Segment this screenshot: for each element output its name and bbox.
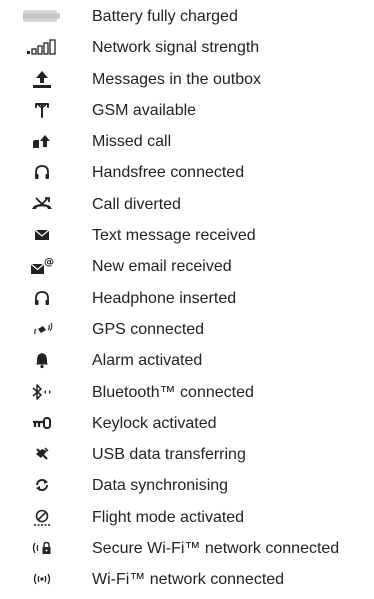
sync-icon (22, 471, 62, 499)
legend-label: GSM available (92, 101, 197, 119)
legend-label: Battery fully charged (92, 8, 238, 25)
missed-call-icon (22, 127, 62, 155)
secure-wifi-icon (22, 534, 62, 562)
battery-full-icon (22, 2, 62, 30)
legend-label: Alarm activated (92, 352, 203, 370)
bluetooth-icon (22, 378, 62, 406)
legend-row-missed-call: Missed call (0, 125, 374, 156)
legend-label: USB data transferring (92, 446, 246, 464)
keylock-icon (22, 409, 62, 437)
legend-row-gsm: GSM available (0, 94, 374, 125)
handsfree-icon (22, 158, 62, 186)
legend-label: Messages in the outbox (92, 70, 261, 88)
legend-row-outbox: Messages in the outbox (0, 63, 374, 94)
legend-label: Secure Wi-Fi™ network connected (92, 540, 340, 558)
legend-label: Headphone inserted (92, 289, 237, 307)
call-divert-icon (22, 190, 62, 218)
legend-row-flight-mode: Flight mode activated (0, 501, 374, 532)
legend-label: Network signal strength (92, 39, 260, 57)
legend-row-handsfree: Handsfree connected (0, 156, 374, 187)
gps-icon (22, 315, 62, 343)
gsm-icon (22, 96, 62, 124)
envelope-icon (22, 221, 62, 249)
legend-label: Text message received (92, 227, 256, 245)
legend-label: Wi-Fi™ network connected (92, 571, 285, 589)
svg-text:@: @ (44, 257, 54, 268)
legend-label: Flight mode activated (92, 508, 245, 526)
legend-label: Call diverted (92, 195, 181, 213)
legend-row-usb: USB data transferring (0, 438, 374, 469)
flight-mode-icon (22, 503, 62, 531)
legend-row-wifi: Wi-Fi™ network connected (0, 563, 374, 594)
legend-row-gps: GPS connected (0, 313, 374, 344)
legend-row-keylock: Keylock activated (0, 407, 374, 438)
legend-row-secure-wifi: Secure Wi-Fi™ network connected (0, 532, 374, 563)
email-icon: @ (22, 252, 62, 280)
usb-transfer-icon (22, 440, 62, 468)
outbox-icon (22, 65, 62, 93)
legend-label: Bluetooth™ connected (92, 383, 254, 401)
wifi-icon (22, 565, 62, 593)
legend-row-email: @ New email received (0, 250, 374, 281)
signal-strength-icon (22, 33, 62, 61)
legend-row-alarm: Alarm activated (0, 344, 374, 375)
legend-label: New email received (92, 258, 232, 276)
legend-label: Missed call (92, 133, 172, 151)
status-icon-legend: Battery fully charged Network signal str… (0, 0, 374, 595)
legend-row-bluetooth: Bluetooth™ connected (0, 376, 374, 407)
legend-label: Handsfree connected (92, 164, 245, 182)
legend-row-sync: Data synchronising (0, 469, 374, 500)
legend-label: GPS connected (92, 320, 205, 338)
legend-row-signal: Network signal strength (0, 31, 374, 62)
headphone-icon (22, 284, 62, 312)
legend-label: Data synchronising (92, 477, 229, 495)
legend-row-headphone: Headphone inserted (0, 282, 374, 313)
legend-label: Keylock activated (92, 414, 217, 432)
legend-row-text-message: Text message received (0, 219, 374, 250)
legend-row-call-divert: Call diverted (0, 188, 374, 219)
legend-row-battery: Battery fully charged (0, 0, 374, 31)
alarm-bell-icon (22, 346, 62, 374)
